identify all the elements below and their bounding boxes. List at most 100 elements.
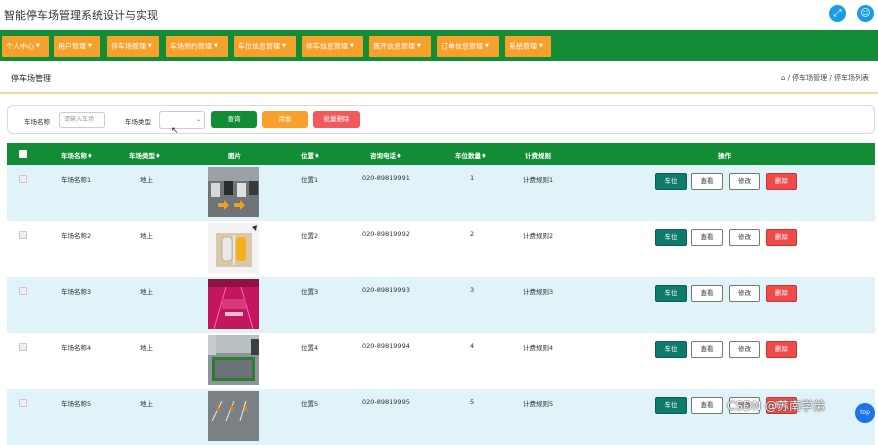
cell-phone: 020-89819992 <box>362 230 410 238</box>
cell-name: 车场名称1 <box>61 176 92 184</box>
row-checkbox[interactable] <box>19 175 27 183</box>
cell-count: 3 <box>470 286 475 294</box>
nav-item-label: 车场预约管理 <box>170 42 212 51</box>
cell-count: 4 <box>470 342 475 350</box>
app-title: 智能停车场管理系统设计与实现 <box>4 9 158 22</box>
caret-down-icon: ▼ <box>36 43 40 49</box>
cell-type: 地上 <box>140 176 153 184</box>
nav-item-label: 离开信息管理 <box>373 42 415 51</box>
header-name[interactable]: 车场名称♦ <box>61 150 93 160</box>
select-all-checkbox[interactable] <box>19 150 27 158</box>
edit-button[interactable]: 修改 <box>729 229 760 246</box>
cell-phone: 020-89819994 <box>362 342 410 350</box>
spaces-button[interactable]: 车位 <box>655 397 687 414</box>
nav-item-parking-info-management[interactable]: 停车信息管理 ▼ <box>302 36 363 57</box>
watermark-text: CSDN @苏南学弟 <box>727 399 826 413</box>
parking-lot-image <box>208 391 259 441</box>
home-icon[interactable]: ⌂ <box>781 74 785 82</box>
nav-item-system-management[interactable]: 系统管理 ▼ <box>505 36 551 57</box>
parking-type-select[interactable]: ⌄ <box>159 111 205 129</box>
header-actions: 操作 <box>718 152 731 160</box>
cell-name: 车场名称4 <box>61 344 92 352</box>
cell-type: 地上 <box>140 232 153 240</box>
view-button[interactable]: 查看 <box>691 173 723 190</box>
expand-icon[interactable]: ⤢ <box>829 5 846 22</box>
page-header: 停车场管理 ⌂ / 停车场管理 / 停车场列表 <box>0 61 878 93</box>
caret-down-icon: ▼ <box>214 43 218 49</box>
delete-button[interactable]: 删除 <box>766 173 797 190</box>
user-avatar-icon[interactable]: ☺ <box>857 5 874 22</box>
spaces-button[interactable]: 车位 <box>655 229 687 246</box>
cell-count: 2 <box>470 230 475 238</box>
cell-name: 车场名称5 <box>61 400 92 408</box>
table-header: 车场名称♦ 车场类型♦ 图片 位置♦ 咨询电话♦ 车位数量♦ 计费规则 操作 <box>7 143 875 165</box>
nav-item-reservation-management[interactable]: 车场预约管理 ▼ <box>166 36 228 57</box>
table-row: 车场名称1 地上 位置1 020-89819991 1 计费规则1 车位 查看 … <box>7 165 875 221</box>
caret-down-icon: ▼ <box>282 43 286 49</box>
row-checkbox[interactable] <box>19 399 27 407</box>
cell-name: 车场名称3 <box>61 288 92 296</box>
cell-count: 1 <box>470 174 475 182</box>
parking-name-label: 车场名称 <box>24 118 50 126</box>
delete-button[interactable]: 删除 <box>766 341 797 358</box>
view-button[interactable]: 查看 <box>691 229 723 246</box>
edit-button[interactable]: 修改 <box>729 341 760 358</box>
breadcrumb: ⌂ / 停车场管理 / 停车场列表 <box>781 73 869 83</box>
delete-button[interactable]: 删除 <box>766 229 797 246</box>
view-button[interactable]: 查看 <box>691 285 723 302</box>
view-button[interactable]: 查看 <box>691 397 723 414</box>
main-nav: 个人中心 ▼ 用户管理 ▼ 停车场管理 ▼ 车场预约管理 ▼ 车位信息管理 ▼ 停车信息管… <box>0 30 878 61</box>
delete-button[interactable]: 删除 <box>766 285 797 302</box>
header-count[interactable]: 车位数量♦ <box>455 150 487 160</box>
nav-item-label: 个人中心 <box>6 42 34 51</box>
nav-item-order-info-management[interactable]: 订单信息管理 ▼ <box>437 36 499 57</box>
nav-item-label: 系统管理 <box>509 42 537 51</box>
divider <box>0 92 878 94</box>
cell-name: 车场名称2 <box>61 232 92 240</box>
parking-lot-image <box>208 335 259 385</box>
nav-item-label: 停车信息管理 <box>306 42 348 51</box>
nav-item-space-info-management[interactable]: 车位信息管理 ▼ <box>234 36 296 57</box>
parking-name-input[interactable]: 请输入车场 <box>59 112 105 128</box>
edit-button[interactable]: 修改 <box>729 173 760 190</box>
caret-down-icon: ▼ <box>485 43 489 49</box>
spaces-button[interactable]: 车位 <box>655 173 687 190</box>
caret-down-icon: ▼ <box>539 43 543 49</box>
spaces-button[interactable]: 车位 <box>655 341 687 358</box>
caret-down-icon: ▼ <box>148 43 152 49</box>
scroll-top-button[interactable]: top <box>855 403 875 423</box>
parking-type-label: 车场类型 <box>125 118 151 126</box>
row-checkbox[interactable] <box>19 343 27 351</box>
row-checkbox[interactable] <box>19 231 27 239</box>
add-button[interactable]: 添加 <box>262 111 308 128</box>
batch-delete-button[interactable]: 批量删除 <box>313 111 360 128</box>
cell-phone: 020-89819993 <box>362 286 410 294</box>
parking-lot-image <box>208 167 259 217</box>
nav-item-departure-info-management[interactable]: 离开信息管理 ▼ <box>369 36 431 57</box>
query-button[interactable]: 查询 <box>211 111 257 128</box>
mouse-cursor-icon: ↖ <box>171 126 179 136</box>
top-bar: 智能停车场管理系统设计与实现 ⤢ ☺ <box>0 0 878 30</box>
header-phone[interactable]: 咨询电话♦ <box>370 150 402 160</box>
cell-type: 地上 <box>140 288 153 296</box>
view-button[interactable]: 查看 <box>691 341 723 358</box>
nav-item-user-management[interactable]: 用户管理 ▼ <box>54 36 100 57</box>
cell-location: 位置5 <box>301 400 319 408</box>
cell-phone: 020-89819995 <box>362 398 410 406</box>
header-type[interactable]: 车场类型♦ <box>129 150 161 160</box>
nav-item-personal-center[interactable]: 个人中心 ▼ <box>2 36 49 57</box>
header-rule: 计费规则 <box>525 152 551 160</box>
header-location[interactable]: 位置♦ <box>301 150 320 160</box>
nav-item-parking-lot-management[interactable]: 停车场管理 ▼ <box>107 36 159 57</box>
cell-rule: 计费规则5 <box>523 400 554 408</box>
row-checkbox[interactable] <box>19 287 27 295</box>
table-row: 车场名称4 地上 位置4 020-89819994 4 计费规则4 车位 查看 … <box>7 333 875 389</box>
search-form: 车场名称 请输入车场 车场类型 ⌄ 查询 添加 批量删除 <box>7 105 875 134</box>
cell-rule: 计费规则4 <box>523 344 554 352</box>
table-row: 车场名称2 地上 位置2 020-89819992 2 计费规则2 车位 查看 … <box>7 221 875 277</box>
cell-rule: 计费规则3 <box>523 288 554 296</box>
edit-button[interactable]: 修改 <box>729 285 760 302</box>
page-title: 停车场管理 <box>11 74 51 83</box>
spaces-button[interactable]: 车位 <box>655 285 687 302</box>
header-image: 图片 <box>228 152 241 160</box>
